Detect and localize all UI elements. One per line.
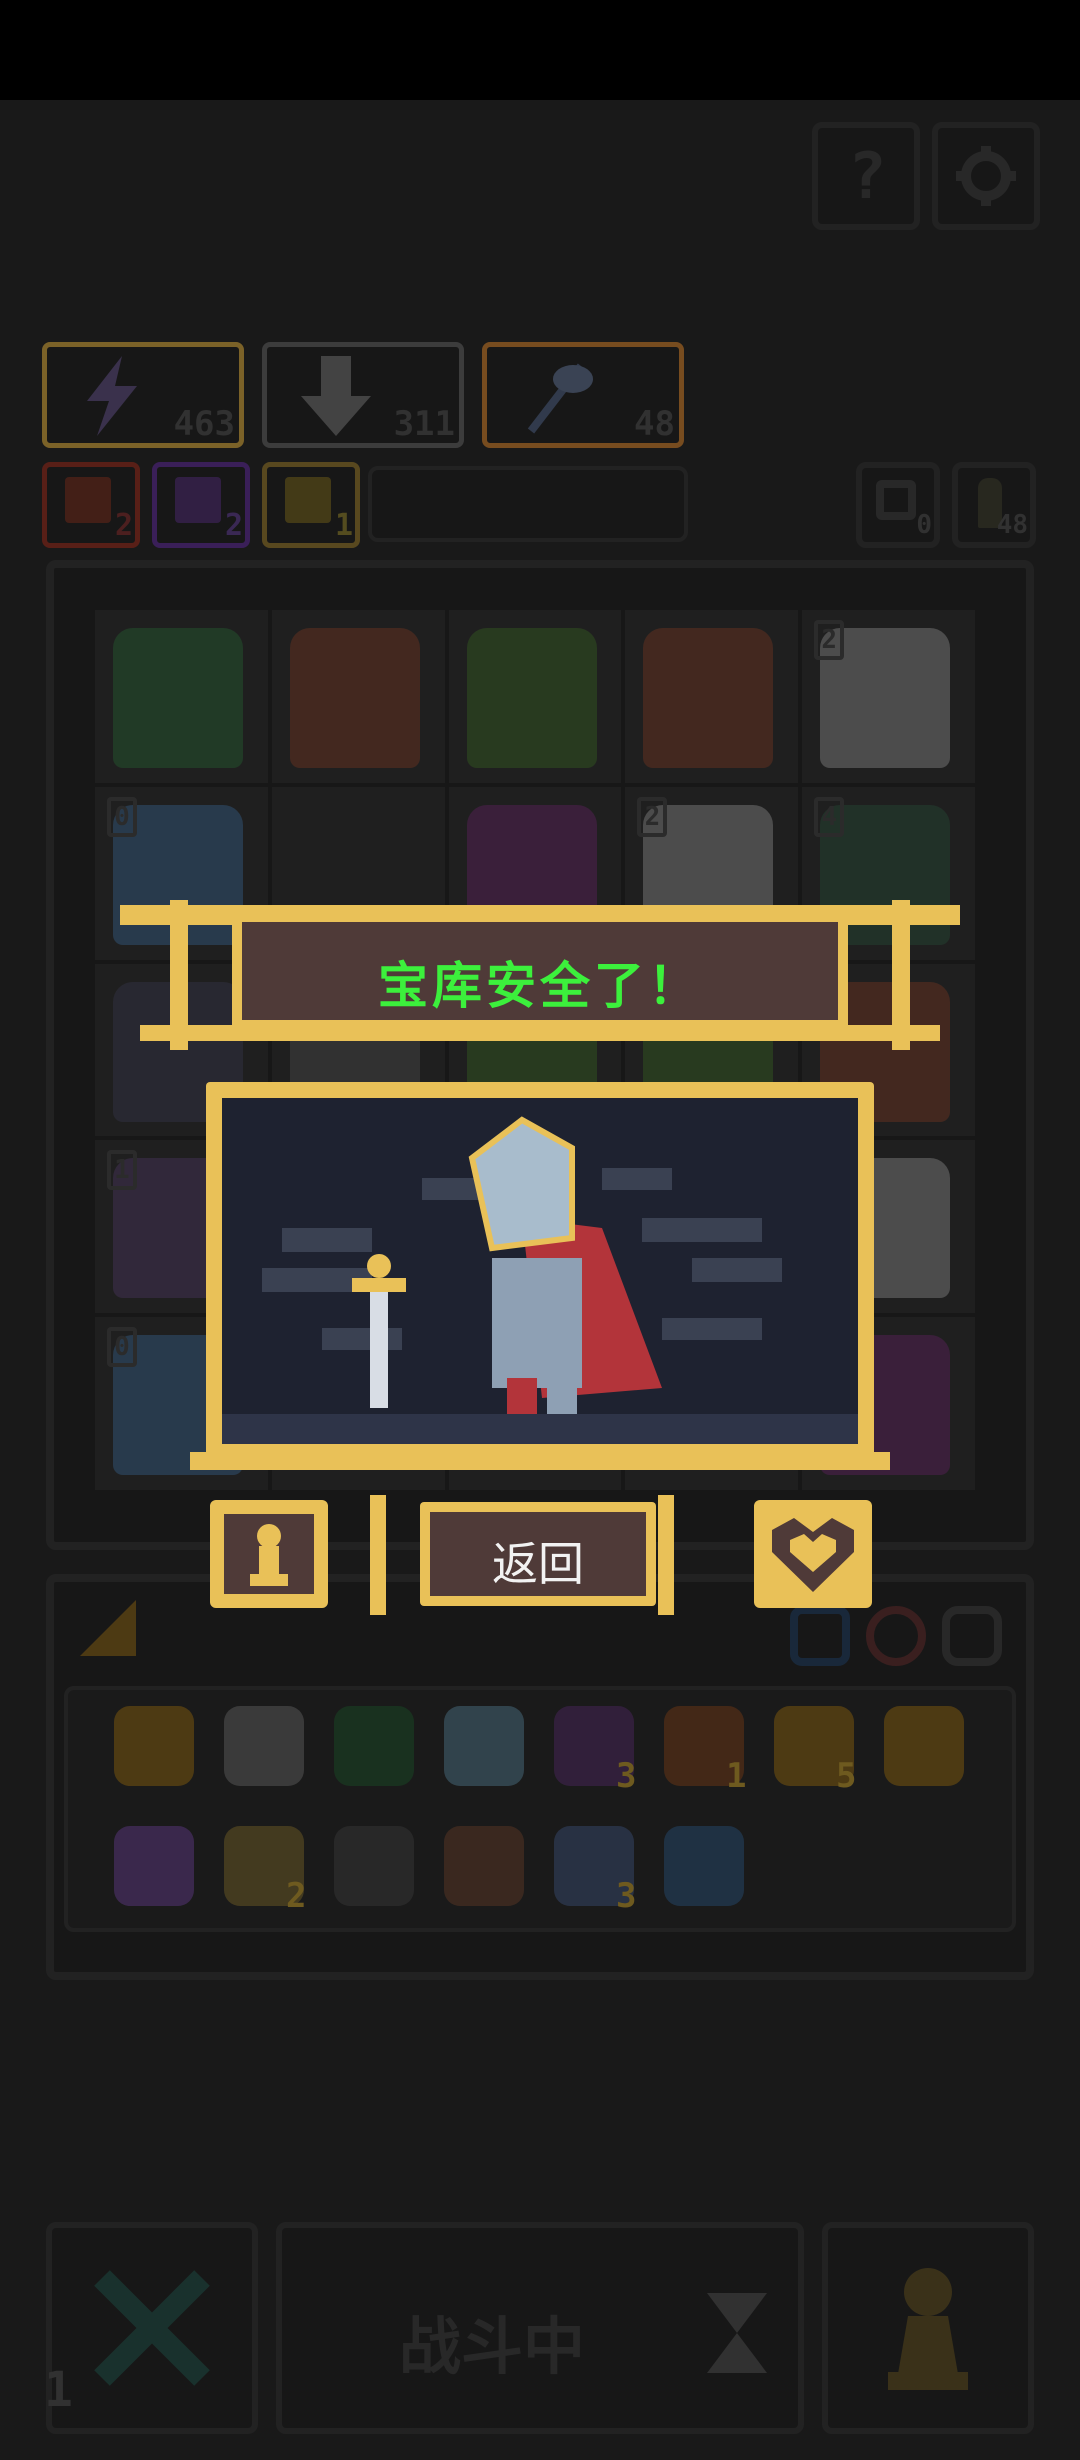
dialog-title: 宝库安全了！ (378, 957, 702, 1015)
picture-canvas (222, 1098, 858, 1444)
picture-base (190, 1452, 890, 1470)
knight-illustration (222, 1098, 858, 1444)
return-post-left (370, 1495, 386, 1615)
heart-icon (772, 1518, 854, 1592)
banner: 宝库安全了！ (232, 912, 848, 1030)
favorite-button[interactable] (754, 1500, 872, 1608)
pawn-icon (224, 1514, 314, 1594)
return-post-right (658, 1495, 674, 1615)
banner-inner: 宝库安全了！ (242, 922, 838, 1020)
return-button[interactable]: 返回 (420, 1502, 656, 1606)
victory-dialog: 宝库安全了！ 返回 (0, 0, 1080, 2460)
banner-post-left (170, 900, 188, 1050)
banner-post-right (892, 900, 910, 1050)
pawn-button[interactable] (210, 1500, 328, 1608)
return-label: 返回 (492, 1537, 584, 1591)
picture-frame (206, 1082, 874, 1460)
return-button-inner: 返回 (430, 1512, 646, 1596)
